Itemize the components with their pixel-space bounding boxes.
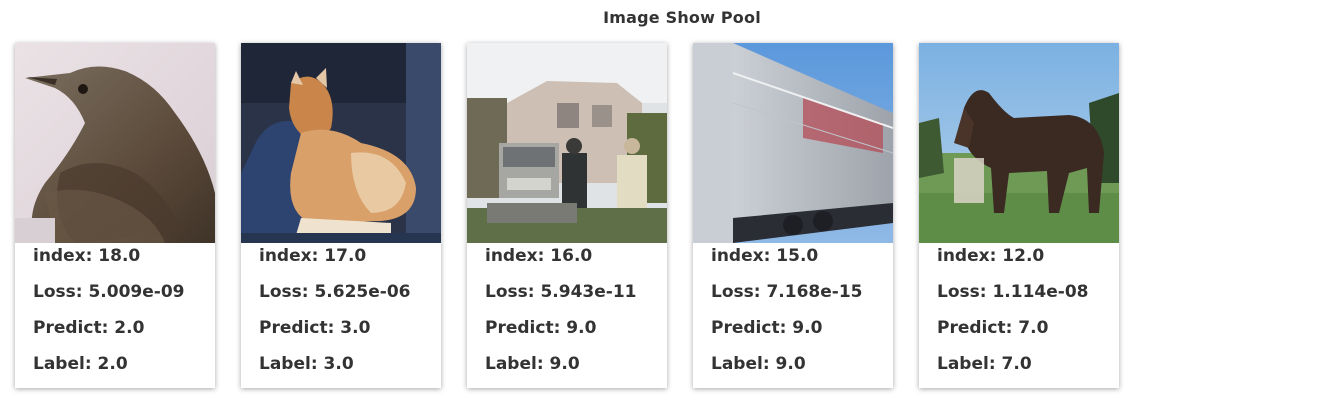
truck-image xyxy=(467,43,667,243)
image-pool: index: 18.0 Loss: 5.009e-09 Predict: 2.0… xyxy=(15,43,1119,388)
predict-text: Predict: 9.0 xyxy=(711,318,823,338)
label-text: Label: 3.0 xyxy=(259,354,354,374)
horse-image xyxy=(919,43,1119,243)
image-card: index: 18.0 Loss: 5.009e-09 Predict: 2.0… xyxy=(15,43,215,388)
loss-text: Loss: 5.625e-06 xyxy=(259,282,411,302)
predict-text: Predict: 2.0 xyxy=(33,318,145,338)
index-text: index: 17.0 xyxy=(259,246,367,266)
bird-image xyxy=(15,43,215,243)
predict-text: Predict: 9.0 xyxy=(485,318,597,338)
index-text: index: 12.0 xyxy=(937,246,1045,266)
index-text: index: 15.0 xyxy=(711,246,819,266)
loss-text: Loss: 5.943e-11 xyxy=(485,282,637,302)
image-card: index: 16.0 Loss: 5.943e-11 Predict: 9.0… xyxy=(467,43,667,388)
loss-text: Loss: 7.168e-15 xyxy=(711,282,863,302)
label-text: Label: 2.0 xyxy=(33,354,128,374)
image-card: index: 17.0 Loss: 5.625e-06 Predict: 3.0… xyxy=(241,43,441,388)
loss-text: Loss: 5.009e-09 xyxy=(33,282,185,302)
predict-text: Predict: 7.0 xyxy=(937,318,1049,338)
image-card: index: 15.0 Loss: 7.168e-15 Predict: 9.0… xyxy=(693,43,893,388)
index-text: index: 18.0 xyxy=(33,246,141,266)
image-card: index: 12.0 Loss: 1.114e-08 Predict: 7.0… xyxy=(919,43,1119,388)
label-text: Label: 9.0 xyxy=(485,354,580,374)
page-title: Image Show Pool xyxy=(603,8,761,27)
predict-text: Predict: 3.0 xyxy=(259,318,371,338)
label-text: Label: 7.0 xyxy=(937,354,1032,374)
loss-text: Loss: 1.114e-08 xyxy=(937,282,1089,302)
trailer-truck-image xyxy=(693,43,893,243)
label-text: Label: 9.0 xyxy=(711,354,806,374)
index-text: index: 16.0 xyxy=(485,246,593,266)
cat-image xyxy=(241,43,441,243)
